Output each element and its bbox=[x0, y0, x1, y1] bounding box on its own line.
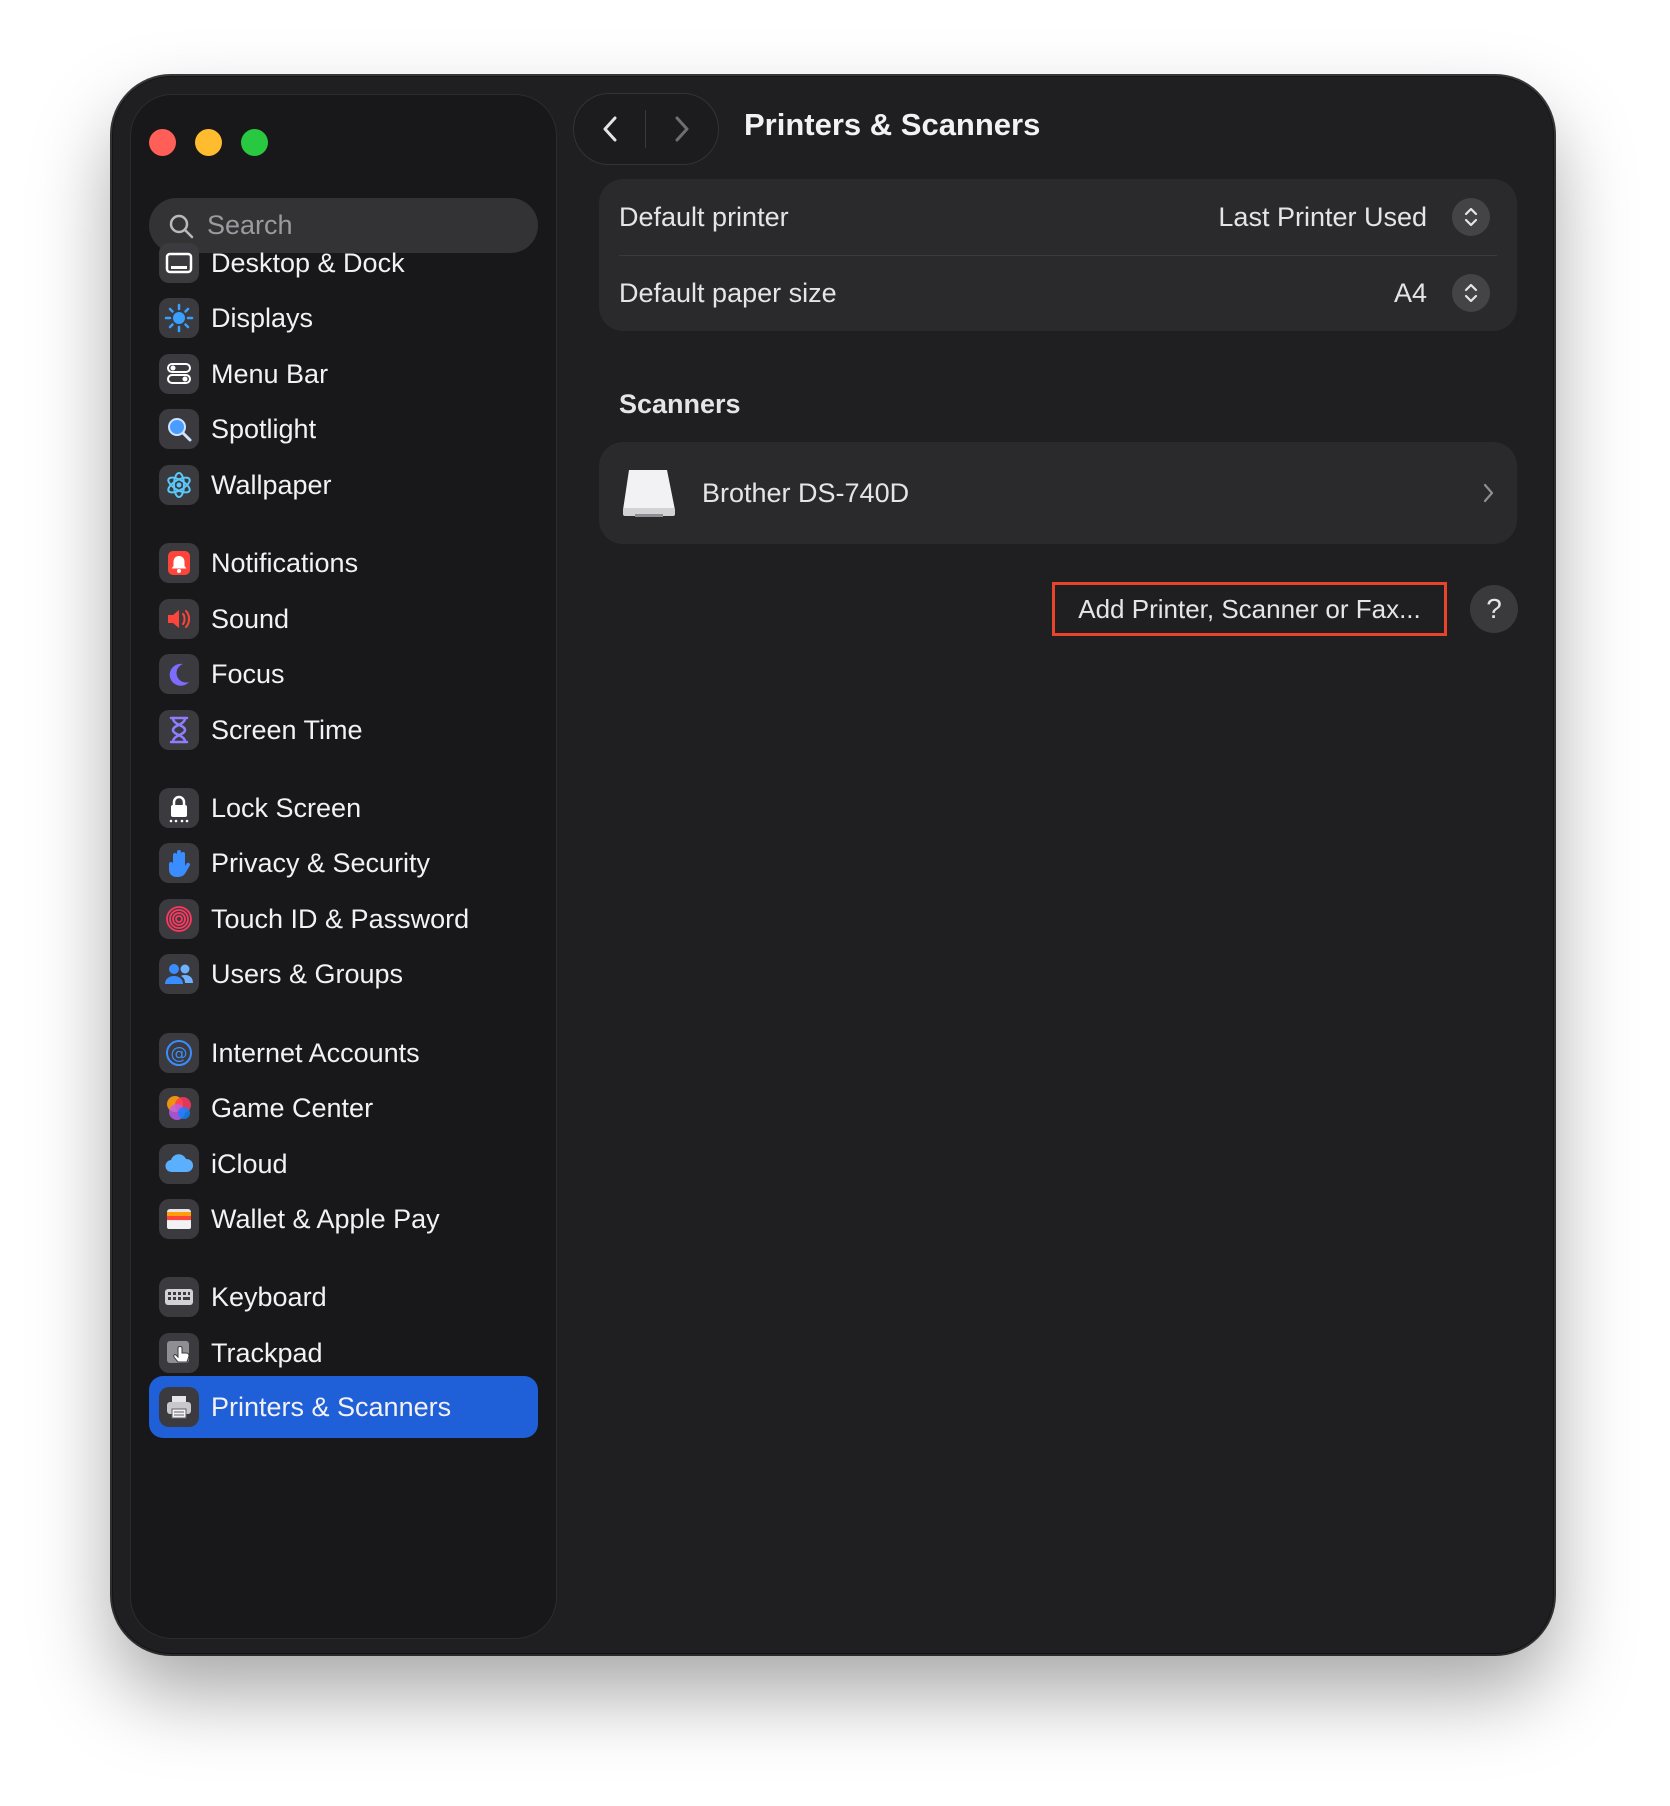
sidebar-item-lock-screen[interactable]: Lock Screen bbox=[149, 777, 538, 839]
wallet-icon bbox=[159, 1199, 199, 1239]
sidebar-item-focus[interactable]: Focus bbox=[149, 643, 538, 705]
icloud-icon bbox=[159, 1144, 199, 1184]
sidebar-item-displays[interactable]: Displays bbox=[149, 287, 538, 349]
sidebar-item-label: Desktop & Dock bbox=[211, 247, 405, 278]
default-paper-label: Default paper size bbox=[619, 277, 837, 308]
sidebar-item-screen-time[interactable]: Screen Time bbox=[149, 699, 538, 761]
sidebar-item-notifications[interactable]: Notifications bbox=[149, 532, 538, 594]
desktop-dock-icon bbox=[159, 243, 199, 283]
sidebar: Desktop & Dock Displays Menu Bar Spotlig… bbox=[130, 94, 557, 1639]
sidebar-item-label: Internet Accounts bbox=[211, 1037, 420, 1068]
game-center-icon bbox=[159, 1088, 199, 1128]
sidebar-item-wallet[interactable]: Wallet & Apple Pay bbox=[149, 1188, 538, 1250]
users-groups-icon bbox=[159, 954, 199, 994]
sidebar-item-desktop-dock[interactable]: Desktop & Dock bbox=[149, 232, 538, 294]
sidebar-item-label: Keyboard bbox=[211, 1281, 327, 1312]
printer-icon bbox=[159, 1387, 199, 1427]
scanners-heading: Scanners bbox=[619, 389, 741, 419]
sidebar-item-label: Lock Screen bbox=[211, 792, 362, 823]
scanner-device-icon bbox=[623, 470, 675, 517]
lock-screen-icon bbox=[159, 788, 199, 828]
chevron-right-icon bbox=[1483, 483, 1494, 503]
wallpaper-icon bbox=[159, 465, 199, 505]
back-button[interactable] bbox=[574, 94, 645, 164]
sidebar-item-icloud[interactable]: iCloud bbox=[149, 1133, 538, 1195]
sidebar-item-label: Wallpaper bbox=[211, 469, 332, 500]
screen-time-icon bbox=[159, 710, 199, 750]
sidebar-item-label: Users & Groups bbox=[211, 958, 404, 989]
chevron-left-icon bbox=[603, 116, 616, 142]
sidebar-item-label: Wallet & Apple Pay bbox=[211, 1203, 440, 1234]
sidebar-item-label: Privacy & Security bbox=[211, 847, 431, 878]
defaults-group: Default printer Last Printer Used Defaul… bbox=[599, 179, 1517, 331]
spotlight-icon bbox=[159, 409, 199, 449]
scanner-name: Brother DS-740D bbox=[702, 478, 910, 508]
keyboard-icon bbox=[159, 1277, 199, 1317]
svg-text:@: @ bbox=[171, 1044, 188, 1064]
sidebar-item-label: Menu Bar bbox=[211, 358, 329, 389]
sidebar-item-wallpaper[interactable]: Wallpaper bbox=[149, 454, 538, 516]
default-printer-popup[interactable] bbox=[1452, 198, 1490, 236]
privacy-security-icon bbox=[159, 843, 199, 883]
sidebar-item-spotlight[interactable]: Spotlight bbox=[149, 398, 538, 460]
chevron-right-icon bbox=[675, 116, 688, 142]
internet-accounts-icon: @ bbox=[159, 1033, 199, 1073]
minimize-window-button[interactable] bbox=[195, 129, 222, 156]
page-title: Printers & Scanners bbox=[744, 107, 1041, 142]
zoom-window-button[interactable] bbox=[241, 129, 268, 156]
sound-icon bbox=[159, 599, 199, 639]
sidebar-item-internet-accounts[interactable]: @ Internet Accounts bbox=[149, 1022, 538, 1084]
sidebar-item-sound[interactable]: Sound bbox=[149, 588, 538, 650]
default-printer-value[interactable]: Last Printer Used bbox=[1218, 202, 1427, 233]
sidebar-item-keyboard[interactable]: Keyboard bbox=[149, 1266, 538, 1328]
sidebar-item-trackpad[interactable]: Trackpad bbox=[149, 1322, 538, 1384]
sidebar-item-label: Sound bbox=[211, 603, 290, 634]
sidebar-item-label: Displays bbox=[211, 302, 314, 333]
up-down-chevron-icon bbox=[1464, 283, 1478, 303]
sidebar-item-label: Touch ID & Password bbox=[211, 903, 470, 934]
sidebar-item-game-center[interactable]: Game Center bbox=[149, 1077, 538, 1139]
touch-id-icon bbox=[159, 899, 199, 939]
sidebar-item-label: Game Center bbox=[211, 1092, 374, 1123]
sidebar-item-label: Spotlight bbox=[211, 413, 317, 444]
sidebar-item-label: iCloud bbox=[211, 1148, 288, 1179]
add-printer-scanner-fax-button[interactable]: Add Printer, Scanner or Fax... bbox=[1052, 582, 1447, 636]
trackpad-icon bbox=[159, 1333, 199, 1373]
close-window-button[interactable] bbox=[149, 129, 176, 156]
sidebar-item-printers-scanners[interactable]: Printers & Scanners bbox=[149, 1376, 538, 1438]
sidebar-item-label: Trackpad bbox=[211, 1337, 323, 1368]
scanner-list-item[interactable]: Brother DS-740D bbox=[599, 442, 1517, 544]
default-paper-popup[interactable] bbox=[1452, 274, 1490, 312]
default-printer-row: Default printer Last Printer Used bbox=[599, 179, 1517, 255]
help-button[interactable]: ? bbox=[1470, 585, 1518, 633]
focus-icon bbox=[159, 654, 199, 694]
sidebar-item-label: Focus bbox=[211, 658, 285, 689]
sidebar-item-label: Printers & Scanners bbox=[211, 1391, 452, 1422]
sidebar-item-touch-id[interactable]: Touch ID & Password bbox=[149, 888, 538, 950]
notifications-icon bbox=[159, 543, 199, 583]
displays-icon bbox=[159, 298, 199, 338]
sidebar-item-privacy-security[interactable]: Privacy & Security bbox=[149, 832, 538, 894]
forward-button[interactable] bbox=[646, 94, 717, 164]
default-paper-value[interactable]: A4 bbox=[1394, 278, 1427, 309]
up-down-chevron-icon bbox=[1464, 207, 1478, 227]
sidebar-item-label: Notifications bbox=[211, 547, 359, 578]
navigation-buttons bbox=[573, 93, 719, 165]
menu-bar-icon bbox=[159, 354, 199, 394]
default-printer-label: Default printer bbox=[619, 201, 789, 232]
sidebar-item-menu-bar[interactable]: Menu Bar bbox=[149, 343, 538, 405]
sidebar-item-users-groups[interactable]: Users & Groups bbox=[149, 943, 538, 1005]
default-paper-row: Default paper size A4 bbox=[599, 255, 1517, 331]
sidebar-item-label: Screen Time bbox=[211, 714, 363, 745]
settings-window: Desktop & Dock Displays Menu Bar Spotlig… bbox=[113, 77, 1553, 1653]
